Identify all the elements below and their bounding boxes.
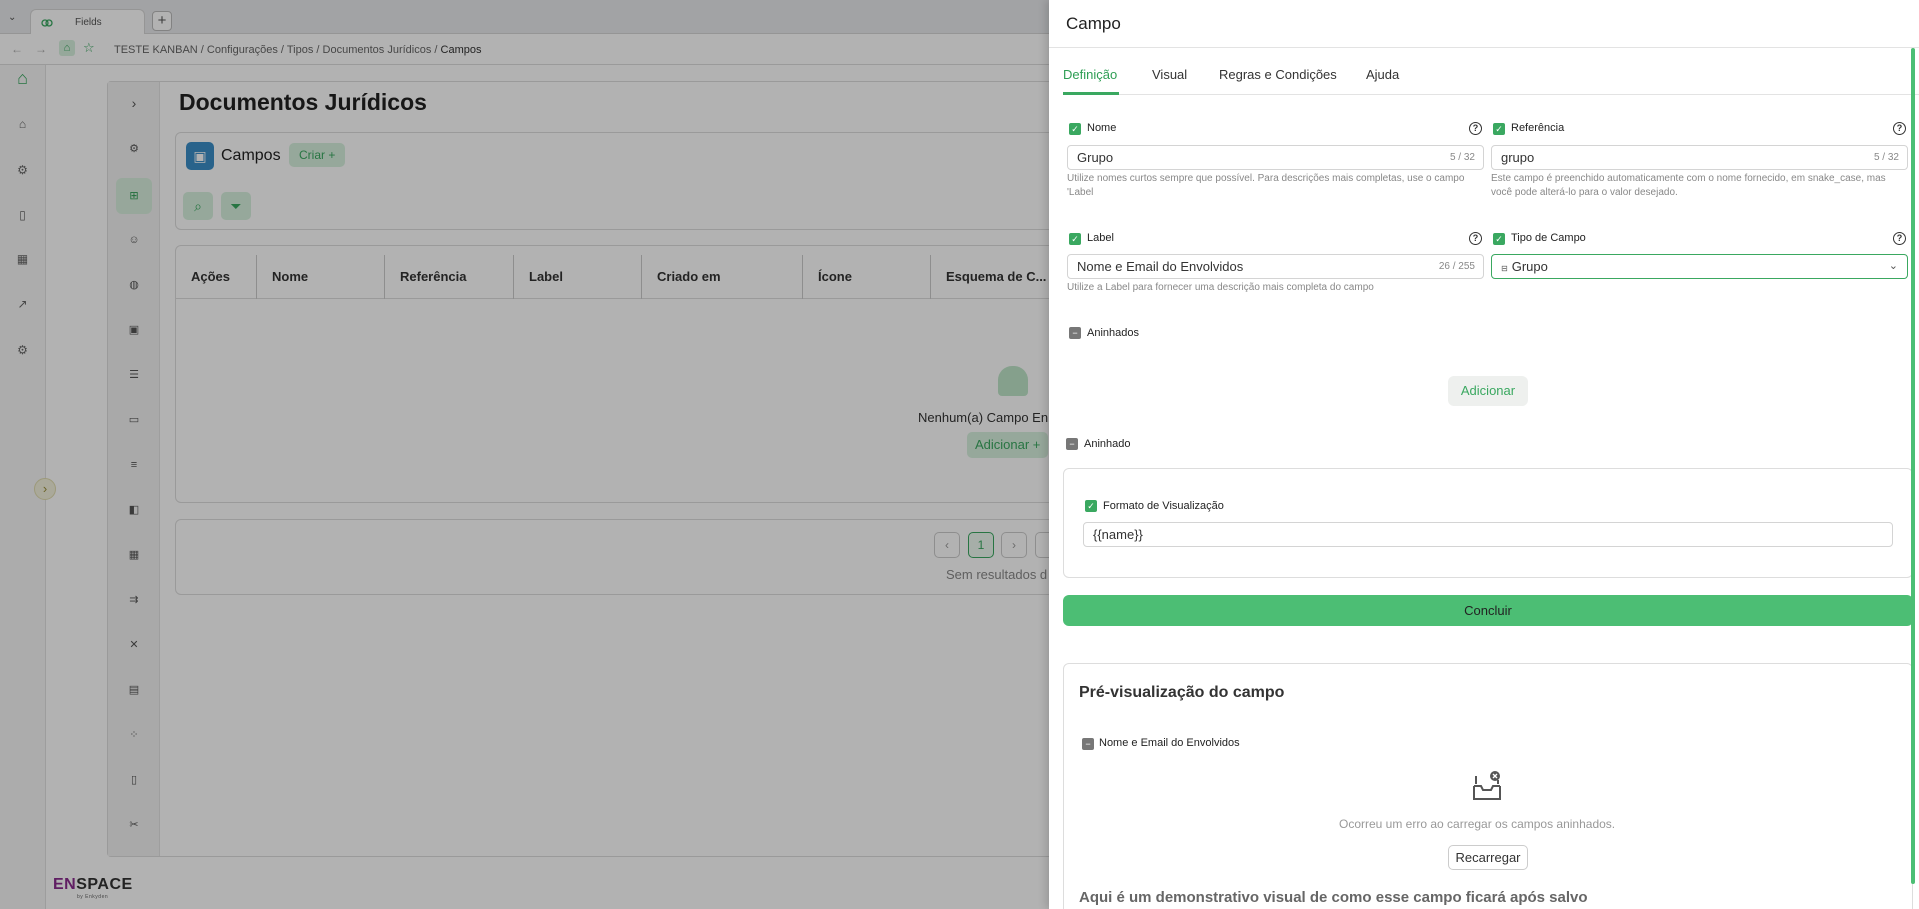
app-root: ⌄ Fields + ← → ⌂ ☆ TESTE KANBAN / Config… [0, 0, 1919, 909]
referencia-value: grupo [1501, 150, 1535, 165]
tipo-label: Tipo de Campo [1511, 232, 1586, 244]
tab-visual[interactable]: Visual [1152, 67, 1187, 82]
tipo-select[interactable]: ⊟ Grupo ⌄ [1491, 254, 1908, 279]
nome-hint: Utilize nomes curtos sempre que possível… [1067, 173, 1465, 198]
formato-input[interactable]: {{name}} [1083, 522, 1893, 547]
nome-input[interactable]: Grupo 5 / 32 [1067, 145, 1484, 170]
drawer-title: Campo [1066, 14, 1121, 33]
demo-text: Aqui é um demonstrativo visual de como e… [1079, 889, 1588, 906]
modal-backdrop[interactable] [0, 0, 1049, 909]
active-tab-indicator [1063, 92, 1119, 95]
referencia-label: Referência [1511, 122, 1565, 134]
nome-checkbox[interactable]: ✓ [1069, 123, 1081, 135]
aninhado-label: Aninhado [1084, 438, 1131, 450]
formato-checkbox[interactable]: ✓ [1085, 500, 1097, 512]
label-value: Nome e Email do Envolvidos [1077, 259, 1244, 274]
adicionar-button[interactable]: Adicionar [1448, 376, 1528, 406]
label-label: Label [1087, 232, 1114, 244]
concluir-button[interactable]: Concluir [1063, 595, 1913, 626]
nome-value: Grupo [1077, 150, 1114, 165]
formato-label: Formato de Visualização [1103, 500, 1224, 512]
tab-ajuda[interactable]: Ajuda [1366, 67, 1399, 82]
preview-title: Pré-visualização do campo [1079, 684, 1285, 701]
label-counter: 26 / 255 [1438, 261, 1475, 272]
aninhados-label: Aninhados [1087, 327, 1139, 339]
aninhado-toggle[interactable]: − [1066, 438, 1078, 450]
tabs-divider [1063, 94, 1919, 95]
referencia-hint: Este campo é preenchido automaticamente … [1491, 173, 1886, 198]
referencia-checkbox[interactable]: ✓ [1493, 123, 1505, 135]
chevron-down-icon: ⌄ [1888, 260, 1898, 272]
nome-help-icon[interactable]: ? [1469, 122, 1482, 135]
referencia-counter: 5 / 32 [1873, 152, 1899, 163]
label-hint: Utilize a Label para fornecer uma descri… [1067, 282, 1374, 293]
nome-counter: 5 / 32 [1449, 152, 1475, 163]
label-checkbox[interactable]: ✓ [1069, 233, 1081, 245]
label-input[interactable]: Nome e Email do Envolvidos 26 / 255 [1067, 254, 1484, 279]
tab-regras[interactable]: Regras e Condições [1219, 67, 1337, 82]
divider [1049, 47, 1919, 48]
error-inbox-icon [1473, 771, 1501, 800]
aninhados-toggle[interactable]: − [1069, 327, 1081, 339]
error-text: Ocorreu um erro ao carregar os campos an… [1339, 817, 1616, 831]
tipo-help-icon[interactable]: ? [1893, 232, 1906, 245]
tab-definicao[interactable]: Definição [1063, 67, 1117, 82]
formato-value: {{name}} [1093, 527, 1143, 542]
drawer-scrollbar[interactable] [1911, 48, 1915, 884]
referencia-input[interactable]: grupo 5 / 32 [1491, 145, 1908, 170]
tipo-value: Grupo [1511, 259, 1548, 274]
reload-button[interactable]: Recarregar [1448, 845, 1528, 870]
preview-group-label: Nome e Email do Envolvidos [1099, 737, 1240, 749]
label-help-icon[interactable]: ? [1469, 232, 1482, 245]
nome-label: Nome [1087, 122, 1117, 134]
referencia-help-icon[interactable]: ? [1893, 122, 1906, 135]
preview-group-toggle[interactable]: − [1082, 738, 1094, 750]
group-type-icon: ⊟ [1501, 264, 1508, 273]
tipo-checkbox[interactable]: ✓ [1493, 233, 1505, 245]
